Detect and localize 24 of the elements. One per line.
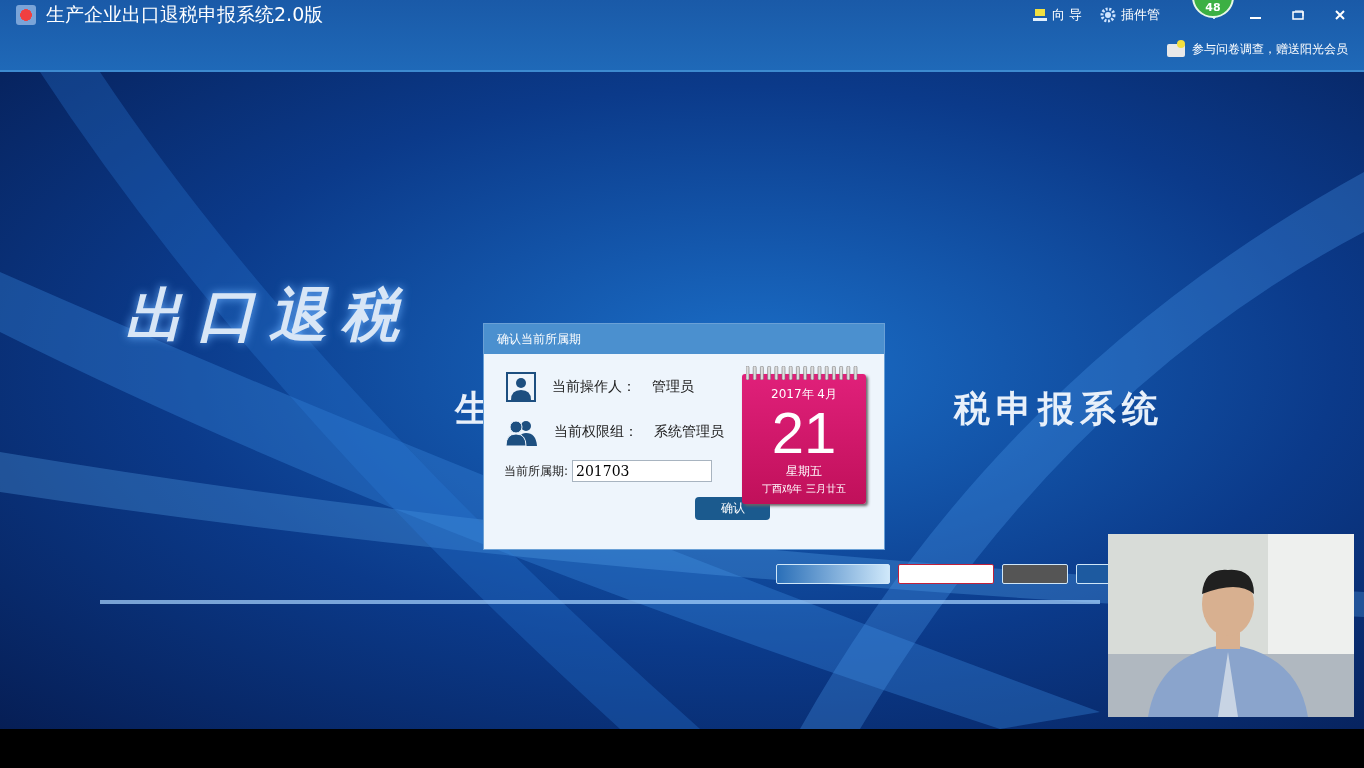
toolbar-button[interactable]: 向 导 [1028, 6, 1086, 24]
gear-icon [1100, 7, 1116, 23]
calendar-weekday: 星期五 [786, 463, 822, 480]
app-icon [16, 5, 36, 25]
monitor-icon [1032, 8, 1047, 22]
info-value: 管理员 [652, 377, 694, 396]
period-label: 当前所属期: [504, 462, 569, 480]
calendar-day: 21 [771, 403, 837, 463]
info-label: 当前操作人： [552, 377, 636, 396]
user-icon [506, 371, 536, 402]
envelope-icon [1166, 40, 1186, 58]
calendar-month: 2017年 4月 [771, 386, 837, 403]
dialog-title: 确认当前所属期 [484, 324, 884, 354]
close-icon [1335, 10, 1345, 20]
maximize-icon [1292, 10, 1304, 20]
calendar-lunar-date: 丁酉鸡年 三月廿五 [762, 482, 846, 496]
info-label: 当前权限组： [554, 422, 638, 441]
info-value: 系统管理员 [654, 422, 724, 441]
period-field[interactable]: 201703 [572, 460, 713, 482]
window-title: 生产企业出口退税申报系统2.0版 [46, 2, 325, 27]
toolbar-button[interactable]: 插件管 [1096, 6, 1164, 24]
splash-subtitle: 税申报系统 [954, 387, 1164, 431]
splash-heading: 出口退税 [125, 280, 413, 351]
survey-link[interactable]: 参与问卷调查，赠送阳光会员 [1192, 40, 1348, 58]
